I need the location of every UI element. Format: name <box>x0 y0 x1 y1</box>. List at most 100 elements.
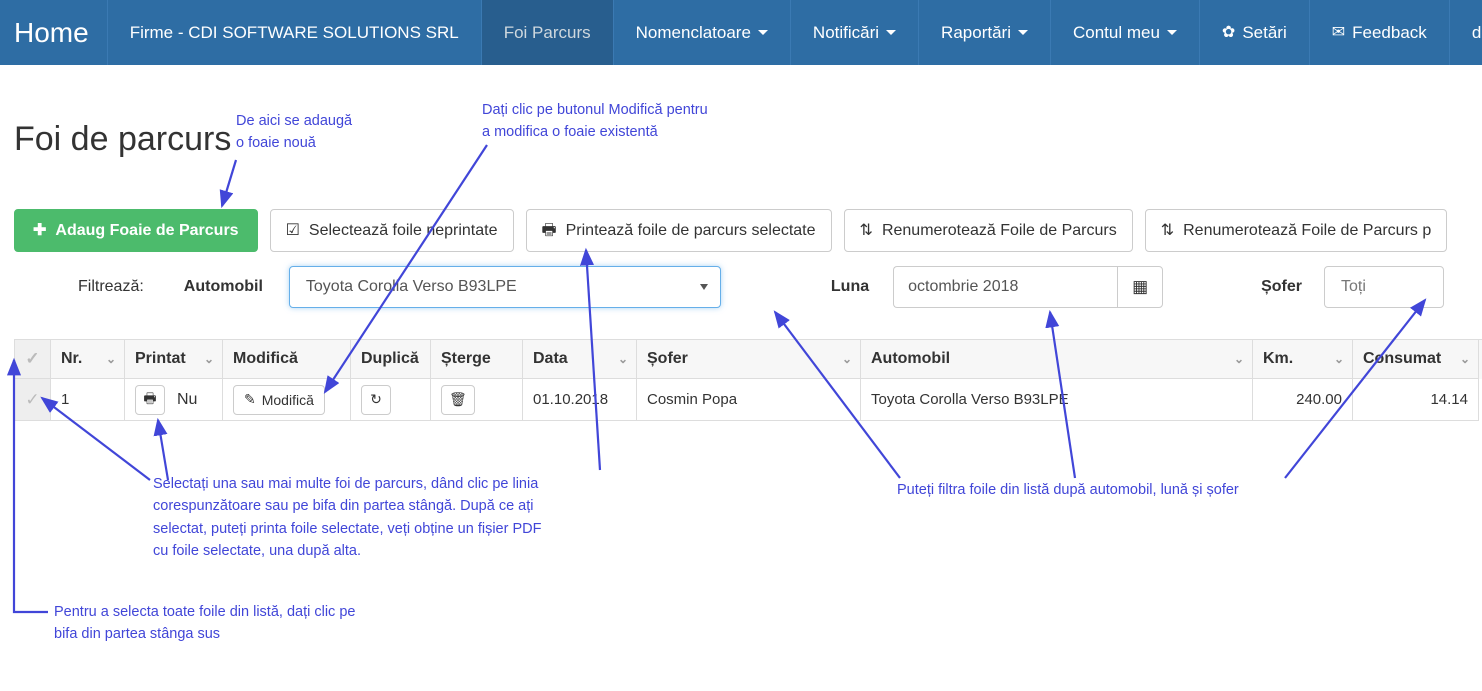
nav-item-label: Notificări <box>812 22 880 42</box>
column-label: Km. <box>1263 350 1294 367</box>
column-header-automobil[interactable]: Automobil ⌄ <box>861 340 1253 379</box>
chevron-down-icon <box>886 30 897 35</box>
cell-nr: 1 <box>51 379 125 421</box>
foi-parcurs-table: ✓ Nr. ⌄ Printat ⌄ Modifică Duplică Șterg… <box>14 339 1482 421</box>
automobil-select[interactable]: Toyota Corolla Verso B93LPE <box>288 266 721 308</box>
row-select-checkbox[interactable]: ✓ <box>15 379 51 421</box>
column-header-modifica[interactable]: Modifică <box>223 340 351 379</box>
chevron-down-icon[interactable]: ⌄ <box>618 353 628 365</box>
check-icon: ✓ <box>25 349 40 368</box>
column-label: Nr. <box>61 350 83 367</box>
button-label: Renumerotează Foile de Parcurs p <box>1183 221 1432 239</box>
annotation-select-print: Selectați una sau mai multe foi de parcu… <box>153 476 542 560</box>
button-label: Selectează foile neprintate <box>308 221 498 239</box>
filter-bar: Filtrează: Automobil Toyota Corolla Vers… <box>0 264 1482 310</box>
printer-icon: 🖶 <box>143 389 157 406</box>
cell-automobil: Toyota Corolla Verso B93LPE <box>861 379 1253 421</box>
cell-printat: 🖶 Nu <box>125 379 223 421</box>
column-label: Data <box>533 350 568 367</box>
gear-icon: ✿ <box>1221 23 1236 41</box>
column-label: Automobil <box>871 350 951 367</box>
nav-item-nomenclatoare[interactable]: Nomenclatoare <box>614 0 791 65</box>
annotation-add-sheet: De aici se adaugă o foaie nouă <box>236 113 353 152</box>
nav-item-user[interactable]: demo1 <box>1450 0 1482 65</box>
nav-item-feedback[interactable]: ✉ Feedback <box>1310 0 1450 65</box>
chevron-down-icon[interactable]: ⌄ <box>204 353 214 365</box>
column-header-sofer[interactable]: Șofer ⌄ <box>637 340 861 379</box>
chevron-down-icon[interactable]: ⌄ <box>1334 353 1344 365</box>
print-row-button[interactable]: 🖶 <box>135 384 165 415</box>
nav-item-raportari[interactable]: Raportări <box>919 0 1051 65</box>
luna-input[interactable]: octombrie 2018 <box>893 266 1118 308</box>
cell-km: 240.00 <box>1253 379 1353 421</box>
print-selected-button[interactable]: 🖶 Printează foile de parcurs selectate <box>525 209 832 252</box>
check-square-icon: ☑ <box>285 221 300 239</box>
cell-consumat: 14.14 <box>1353 379 1479 421</box>
chevron-down-icon <box>699 284 708 290</box>
nav-item-label: Firme - CDI SOFTWARE SOLUTIONS SRL <box>129 22 459 42</box>
calendar-icon[interactable]: ▦ <box>1117 266 1164 308</box>
trash-icon: 🗑 <box>449 391 467 407</box>
column-label: Modifică <box>233 350 298 367</box>
nav-item-contul-meu[interactable]: Contul meu <box>1051 0 1200 65</box>
automobil-label: Automobil <box>183 278 263 295</box>
column-label: Duplică <box>361 350 419 367</box>
column-header-sterge[interactable]: Șterge <box>431 340 523 379</box>
nav-item-notificari[interactable]: Notificări <box>791 0 920 65</box>
cell-data: 01.10.2018 <box>523 379 637 421</box>
annotation-filtering: Puteți filtra foile din listă după autom… <box>897 482 1239 498</box>
chevron-down-icon[interactable]: ⌄ <box>842 353 852 365</box>
table-row[interactable]: ✓ 1 🖶 Nu ✎ Modifică ↻ 🗑 01.10.2018 Cosmi… <box>15 379 1482 421</box>
column-header-nr[interactable]: Nr. ⌄ <box>51 340 125 379</box>
column-label: Șterge <box>441 350 491 367</box>
nav-item-foi-parcurs[interactable]: Foi Parcurs <box>481 0 614 65</box>
cell-sofer: Cosmin Popa <box>637 379 861 421</box>
select-unprinted-button[interactable]: ☑ Selectează foile neprintate <box>269 209 514 252</box>
filter-label: Filtrează: <box>78 278 144 295</box>
nav-item-setari[interactable]: ✿ Setări <box>1200 0 1310 65</box>
column-header-consumat[interactable]: Consumat ⌄ <box>1353 340 1479 379</box>
select-all-header-checkbox[interactable]: ✓ <box>15 340 51 379</box>
printat-status: Nu <box>177 390 198 408</box>
nav-item-label: Feedback <box>1352 22 1427 42</box>
chevron-down-icon[interactable]: ⌄ <box>1460 353 1470 365</box>
nav-item-label: demo1 <box>1471 22 1482 42</box>
plus-icon: ✚ <box>33 221 47 239</box>
column-header-data[interactable]: Data ⌄ <box>523 340 637 379</box>
nav-item-firme[interactable]: Firme - CDI SOFTWARE SOLUTIONS SRL <box>108 0 482 65</box>
chevron-down-icon <box>1017 30 1028 35</box>
app-root: Home Firme - CDI SOFTWARE SOLUTIONS SRL … <box>0 0 1482 691</box>
nav-item-home[interactable]: Home <box>0 0 108 65</box>
sofer-select[interactable]: Toți <box>1324 266 1445 308</box>
edit-row-button[interactable]: ✎ Modifică <box>233 384 325 415</box>
renumber-alt-button[interactable]: ⇅ Renumerotează Foile de Parcurs p <box>1144 209 1448 252</box>
annotation-edit-sheet: Dați clic pe butonul Modifică pentru a m… <box>482 102 708 141</box>
automobil-select-value: Toyota Corolla Verso B93LPE <box>305 278 517 295</box>
duplicate-row-button[interactable]: ↻ <box>361 384 391 415</box>
column-header-duplica[interactable]: Duplică <box>351 340 431 379</box>
add-foaie-button[interactable]: ✚ Adaug Foaie de Parcurs <box>14 209 258 252</box>
renumber-button[interactable]: ⇅ Renumerotează Foile de Parcurs <box>843 209 1133 252</box>
nav-brand-label: Home <box>14 16 89 48</box>
column-header-km[interactable]: Km. ⌄ <box>1253 340 1353 379</box>
button-label: Adaug Foaie de Parcurs <box>55 221 239 239</box>
chevron-down-icon <box>1166 30 1177 35</box>
column-label: Consumat <box>1363 350 1442 367</box>
luna-datepicker[interactable]: octombrie 2018 ▦ <box>893 266 1164 308</box>
nav-item-label: Contul meu <box>1072 22 1160 42</box>
pencil-icon: ✎ <box>244 391 256 407</box>
chevron-down-icon[interactable]: ⌄ <box>1234 353 1244 365</box>
sort-updown-icon: ⇅ <box>859 221 873 239</box>
envelope-icon: ✉ <box>1331 23 1346 41</box>
sofer-select-value: Toți <box>1341 278 1366 295</box>
column-label: Printat <box>135 350 186 367</box>
chevron-down-icon[interactable]: ⌄ <box>106 353 116 365</box>
annotation-select-all: Pentru a selecta toate foile din listă, … <box>54 604 356 643</box>
top-navbar: Home Firme - CDI SOFTWARE SOLUTIONS SRL … <box>0 0 1482 65</box>
button-label: Printează foile de parcurs selectate <box>565 221 816 239</box>
cell-modifica: ✎ Modifică <box>223 379 351 421</box>
column-header-printat[interactable]: Printat ⌄ <box>125 340 223 379</box>
check-icon: ✓ <box>25 389 40 409</box>
delete-row-button[interactable]: 🗑 <box>441 384 475 415</box>
button-label: Renumerotează Foile de Parcurs <box>881 221 1117 239</box>
